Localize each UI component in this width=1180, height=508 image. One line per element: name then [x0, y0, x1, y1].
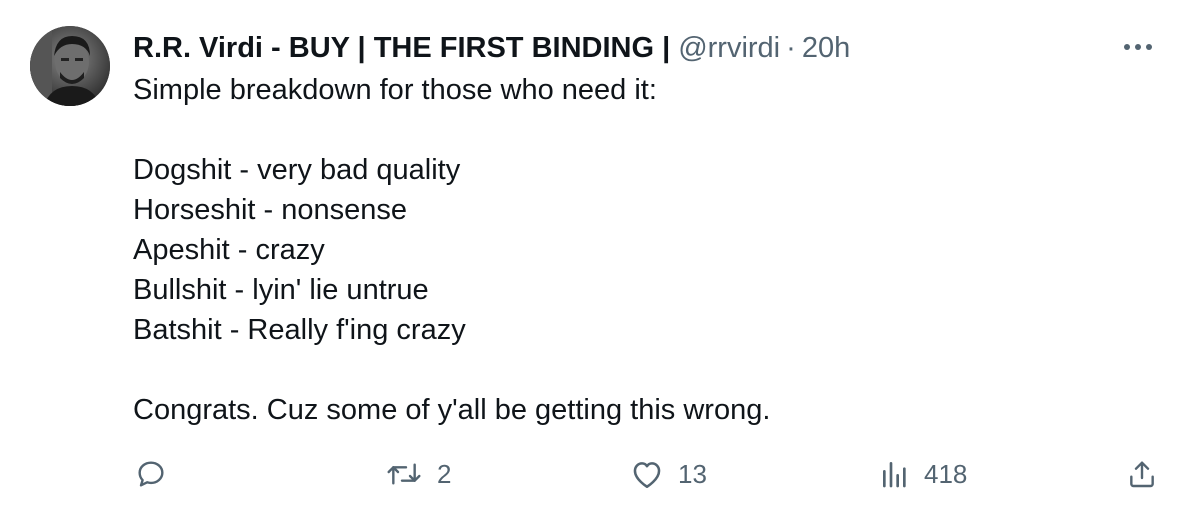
tweet-text-line: Batshit - Really f'ing crazy — [133, 314, 466, 346]
more-dots-icon — [1124, 44, 1152, 50]
tweet-text-line: Bullshit - lyin' lie untrue — [133, 274, 429, 306]
retweet-icon — [387, 463, 421, 485]
tweet-text-line — [133, 110, 1133, 150]
user-handle[interactable]: @rrvirdi — [678, 32, 780, 65]
action-bar: 2 13 418 — [0, 452, 1180, 496]
share-icon — [1130, 461, 1154, 488]
display-name[interactable]: R.R. Virdi - BUY | THE FIRST BINDING | — [133, 32, 670, 65]
tweet-text-line — [133, 350, 1133, 390]
avatar-photo — [30, 26, 110, 106]
retweet-button[interactable]: 2 — [385, 452, 451, 496]
tweet-text: Simple breakdown for those who need it: … — [133, 70, 1133, 430]
separator-dot: · — [786, 31, 796, 64]
tweet-header: R.R. Virdi - BUY | THE FIRST BINDING | @… — [133, 28, 850, 68]
like-count: 13 — [678, 458, 707, 489]
tweet-text-line: Simple breakdown for those who need it: — [133, 74, 657, 106]
retweet-count: 2 — [437, 458, 452, 489]
more-options-button[interactable] — [1118, 30, 1158, 64]
tweet-text-line: Dogshit - very bad quality — [133, 154, 461, 186]
views-chart-icon — [883, 462, 906, 488]
like-button[interactable]: 13 — [630, 452, 707, 496]
tweet-text-line: Horseshit - nonsense — [133, 194, 408, 226]
tweet-text-line: Congrats. Cuz some of y'all be getting t… — [133, 394, 771, 426]
reply-icon — [138, 461, 164, 487]
tweet-text-line: Apeshit - crazy — [133, 234, 325, 266]
views-button[interactable]: 418 — [880, 452, 967, 496]
views-count: 418 — [924, 458, 968, 489]
tweet[interactable]: R.R. Virdi - BUY | THE FIRST BINDING | @… — [0, 0, 1180, 508]
share-button[interactable] — [1126, 452, 1158, 496]
timestamp[interactable]: 20h — [802, 32, 850, 65]
avatar[interactable] — [30, 26, 110, 106]
reply-button[interactable] — [135, 452, 167, 496]
heart-icon — [633, 462, 661, 489]
